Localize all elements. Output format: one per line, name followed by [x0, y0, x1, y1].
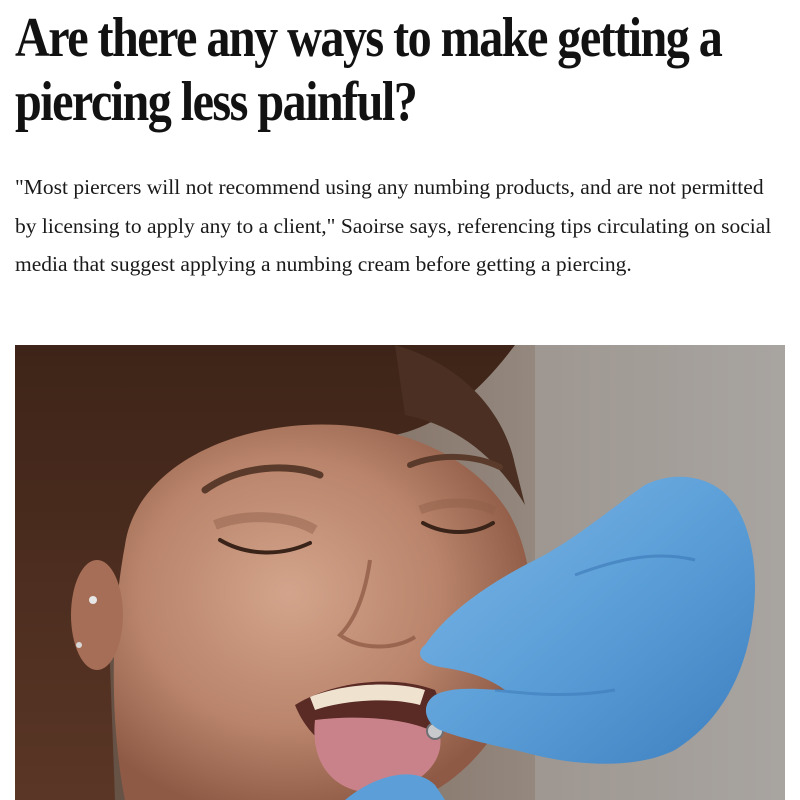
photo-illustration [15, 345, 785, 800]
article-headline: Are there any ways to make getting a pie… [15, 7, 723, 133]
article: Are there any ways to make getting a pie… [0, 0, 800, 800]
article-paragraph: "Most piercers will not recommend using … [15, 175, 772, 276]
ear-shape [71, 560, 123, 670]
earring-stud [89, 596, 97, 604]
article-photo [15, 345, 785, 800]
